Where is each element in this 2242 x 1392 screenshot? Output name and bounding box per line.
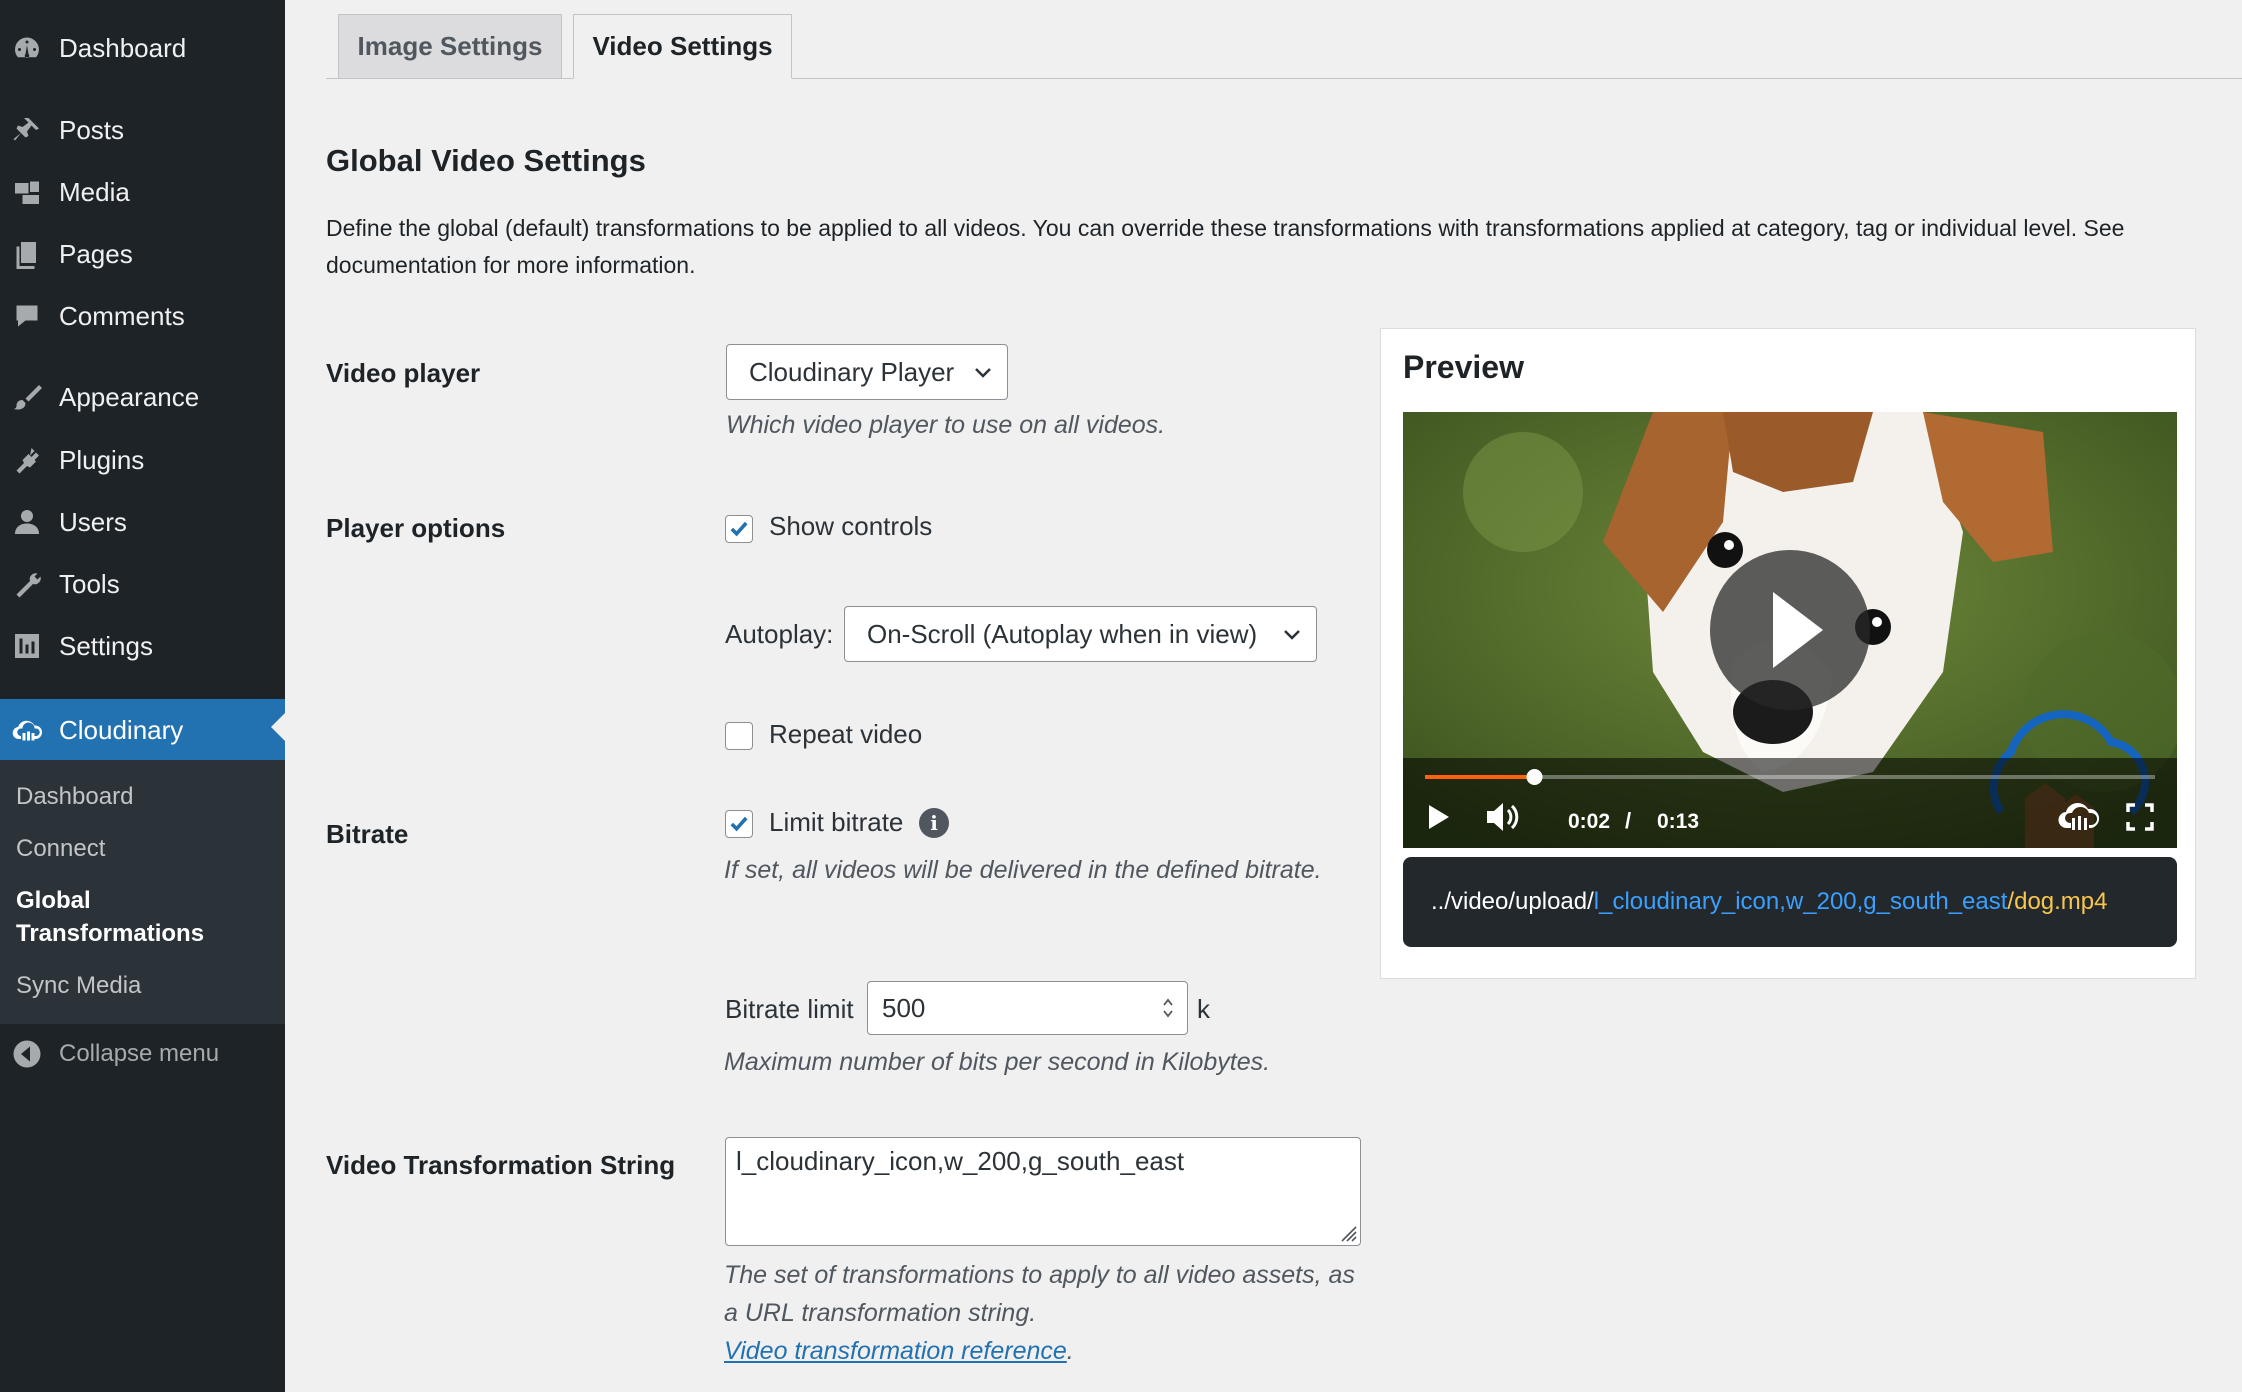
section-title: Global Video Settings: [326, 143, 646, 178]
media-icon: [10, 175, 44, 209]
submenu-item-global-transformations[interactable]: Global Transformations: [16, 884, 246, 950]
cloudinary-icon: [10, 713, 44, 747]
sidebar-item-label: Media: [59, 176, 130, 207]
user-icon: [10, 505, 44, 539]
checkmark-icon: [730, 816, 748, 832]
bitrate-value-hint: Maximum number of bits per second in Kil…: [724, 1048, 1271, 1076]
show-controls-checkbox[interactable]: [725, 515, 753, 543]
spinner-arrows-icon[interactable]: [1161, 994, 1175, 1022]
limit-bitrate-hint: If set, all videos will be delivered in …: [724, 856, 1322, 884]
url-preview: ../video/upload/l_cloudinary_icon,w_200,…: [1403, 857, 2177, 947]
player-options-label: Player options: [326, 513, 506, 543]
sidebar-item-label: Appearance: [59, 381, 200, 412]
submenu-item-dashboard[interactable]: Dashboard: [16, 780, 133, 813]
autoplay-select-value: On-Scroll (Autoplay when in view): [867, 618, 1258, 649]
collapse-menu-button[interactable]: Collapse menu: [0, 1036, 285, 1072]
collapse-menu-label: Collapse menu: [59, 1040, 220, 1067]
brush-icon: [10, 380, 44, 414]
fullscreen-icon[interactable]: [2125, 802, 2155, 832]
sidebar-item-label: Pages: [59, 238, 133, 269]
time-separator: /: [1625, 808, 1632, 833]
sidebar-item-appearance[interactable]: Appearance: [0, 369, 285, 425]
show-controls-label[interactable]: Show controls: [769, 511, 932, 542]
sidebar-item-pages[interactable]: Pages: [0, 226, 285, 282]
bitrate-limit-input[interactable]: 500: [867, 981, 1188, 1035]
bitrate-unit: k: [1197, 994, 1210, 1024]
limit-bitrate-checkbox[interactable]: [725, 810, 753, 838]
video-player[interactable]: 0:02 / 0:13: [1403, 412, 2177, 848]
url-base: ../video/upload/: [1431, 888, 1594, 915]
limit-bitrate-label[interactable]: Limit bitrate: [769, 807, 903, 838]
tab-image-settings[interactable]: Image Settings: [338, 14, 562, 79]
repeat-video-label[interactable]: Repeat video: [769, 719, 922, 750]
sidebar-item-label: Tools: [59, 568, 120, 599]
checkmark-icon: [730, 521, 748, 537]
sidebar-item-label: Posts: [59, 114, 125, 145]
bitrate-limit-label: Bitrate limit: [725, 994, 854, 1024]
sidebar-item-users[interactable]: Users: [0, 494, 285, 550]
sidebar-item-plugins[interactable]: Plugins: [0, 432, 285, 488]
volume-icon[interactable]: [1483, 798, 1521, 836]
wrench-icon: [10, 567, 44, 601]
sidebar-item-posts[interactable]: Posts: [0, 102, 285, 158]
repeat-video-checkbox[interactable]: [725, 722, 753, 750]
pin-icon: [10, 113, 44, 147]
progress-fill: [1425, 775, 1535, 779]
transformation-value: l_cloudinary_icon,w_200,g_south_east: [736, 1146, 1185, 1176]
sidebar-item-comments[interactable]: Comments: [0, 288, 285, 344]
link-suffix: .: [1066, 1337, 1074, 1365]
chevron-down-icon: [1284, 630, 1300, 640]
cloudinary-logo-icon[interactable]: [2057, 800, 2101, 834]
sidebar-item-settings[interactable]: Settings: [0, 618, 285, 674]
transformation-reference-link[interactable]: Video transformation reference: [724, 1337, 1067, 1365]
info-icon[interactable]: i: [919, 808, 949, 838]
sidebar-item-media[interactable]: Media: [0, 164, 285, 220]
collapse-arrow-icon: [13, 1040, 41, 1068]
video-player-select-value: Cloudinary Player: [749, 356, 955, 387]
chevron-down-icon: [975, 368, 991, 378]
transformation-hint: The set of transformations to apply to a…: [724, 1256, 1364, 1370]
resize-handle-icon[interactable]: [1336, 1221, 1358, 1243]
sidebar-item-label: Comments: [59, 300, 185, 331]
bitrate-label: Bitrate: [326, 819, 409, 849]
dashboard-icon: [10, 31, 44, 65]
sidebar-item-label: Cloudinary: [59, 714, 184, 745]
admin-sidebar: Dashboard Posts Media Pages Comments App…: [0, 0, 285, 1392]
pages-icon: [10, 237, 44, 271]
sidebar-item-label: Settings: [59, 630, 153, 661]
sidebar-item-label: Dashboard: [59, 32, 187, 63]
current-menu-arrow: [271, 713, 285, 741]
preview-panel: Preview 0:02 / 0:13 ../video/upload/ l_c…: [1380, 328, 2196, 979]
video-player-hint: Which video player to use on all videos.: [726, 411, 1166, 439]
transformation-hint-text: The set of transformations to apply to a…: [724, 1261, 1355, 1327]
plug-icon: [10, 443, 44, 477]
sidebar-item-cloudinary[interactable]: Cloudinary: [0, 699, 285, 761]
bitrate-limit-value: 500: [882, 992, 926, 1023]
url-transformation: l_cloudinary_icon,w_200,g_south_east: [1593, 888, 2008, 915]
autoplay-select[interactable]: On-Scroll (Autoplay when in view): [844, 606, 1317, 662]
url-file: /dog.mp4: [2007, 888, 2108, 915]
sidebar-item-label: Users: [59, 506, 127, 537]
current-time: 0:02: [1568, 810, 1611, 833]
tab-video-settings[interactable]: Video Settings: [573, 14, 792, 79]
video-player-select[interactable]: Cloudinary Player: [726, 344, 1008, 400]
progress-knob: [1526, 769, 1543, 785]
submenu-item-sync-media[interactable]: Sync Media: [16, 969, 141, 1002]
comment-icon: [10, 299, 44, 333]
preview-title: Preview: [1403, 349, 1524, 385]
settings-icon: [10, 629, 44, 663]
sidebar-item-label: Plugins: [59, 444, 145, 475]
play-icon[interactable]: [1423, 800, 1453, 834]
video-player-label: Video player: [326, 358, 481, 388]
sidebar-item-tools[interactable]: Tools: [0, 556, 285, 612]
transformation-label: Video Transformation String: [326, 1150, 676, 1180]
transformation-textarea[interactable]: l_cloudinary_icon,w_200,g_south_east: [725, 1137, 1361, 1246]
sidebar-item-dashboard[interactable]: Dashboard: [0, 20, 285, 76]
cloudinary-submenu: Dashboard Connect Global Transformations…: [0, 760, 285, 1024]
section-description: Define the global (default) transformati…: [326, 215, 2125, 278]
submenu-item-connect[interactable]: Connect: [16, 832, 105, 865]
duration-time: 0:13: [1657, 810, 1700, 833]
autoplay-label: Autoplay:: [725, 619, 834, 649]
